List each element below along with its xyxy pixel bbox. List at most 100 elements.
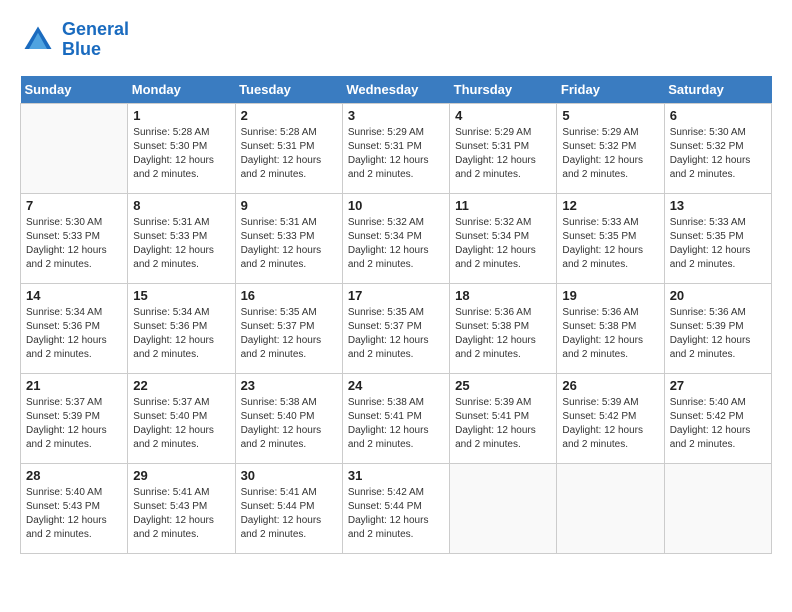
calendar-cell: 4Sunrise: 5:29 AM Sunset: 5:31 PM Daylig…: [450, 103, 557, 193]
weekday-header: Sunday: [21, 76, 128, 104]
day-info: Sunrise: 5:28 AM Sunset: 5:31 PM Dayligh…: [241, 126, 337, 182]
day-info: Sunrise: 5:31 AM Sunset: 5:33 PM Dayligh…: [133, 216, 229, 272]
page-header: General Blue: [20, 20, 772, 60]
calendar-cell: 7Sunrise: 5:30 AM Sunset: 5:33 PM Daylig…: [21, 193, 128, 283]
day-info: Sunrise: 5:41 AM Sunset: 5:43 PM Dayligh…: [133, 486, 229, 542]
day-number: 18: [455, 288, 551, 303]
day-info: Sunrise: 5:29 AM Sunset: 5:31 PM Dayligh…: [348, 126, 444, 182]
day-number: 20: [670, 288, 766, 303]
calendar-cell: 30 Sunrise: 5:41 AM Sunset: 5:44 PM Dayli…: [235, 463, 342, 553]
weekday-header: Monday: [128, 76, 235, 104]
day-info: Sunrise: 5:37 AM Sunset: 5:40 PM Dayligh…: [133, 396, 229, 452]
day-info: Sunrise: 5:41 AM Sunset: 5:44 PM Dayligh…: [241, 486, 337, 542]
day-number: 13: [670, 198, 766, 213]
calendar-cell: 29 Sunrise: 5:41 AM Sunset: 5:43 PM Dayli…: [128, 463, 235, 553]
day-number: 31: [348, 468, 444, 483]
day-number: 25: [455, 378, 551, 393]
day-info: Sunrise: 5:33 AM Sunset: 5:35 PM Dayligh…: [562, 216, 658, 272]
calendar-cell: 12Sunrise: 5:33 AM Sunset: 5:35 PM Dayli…: [557, 193, 664, 283]
day-info: Sunrise: 5:38 AM Sunset: 5:41 PM Dayligh…: [348, 396, 444, 452]
calendar-header-row: SundayMondayTuesdayWednesdayThursdayFrid…: [21, 76, 772, 104]
day-info: Sunrise: 5:39 AM Sunset: 5:41 PM Dayligh…: [455, 396, 551, 452]
day-info: Sunrise: 5:39 AM Sunset: 5:42 PM Dayligh…: [562, 396, 658, 452]
calendar-cell: 6Sunrise: 5:30 AM Sunset: 5:32 PM Daylig…: [664, 103, 771, 193]
day-number: 14: [26, 288, 122, 303]
calendar-cell: 16Sunrise: 5:35 AM Sunset: 5:37 PM Dayli…: [235, 283, 342, 373]
calendar-cell: 23 Sunrise: 5:38 AM Sunset: 5:40 PM Dayli…: [235, 373, 342, 463]
weekday-header: Thursday: [450, 76, 557, 104]
day-number: 26: [562, 378, 658, 393]
day-info: Sunrise: 5:34 AM Sunset: 5:36 PM Dayligh…: [26, 306, 122, 362]
day-info: Sunrise: 5:42 AM Sunset: 5:44 PM Dayligh…: [348, 486, 444, 542]
calendar-cell: 10 Sunrise: 5:32 AM Sunset: 5:34 PM Dayli…: [342, 193, 449, 283]
calendar-cell: 28 Sunrise: 5:40 AM Sunset: 5:43 PM Dayli…: [21, 463, 128, 553]
calendar-cell: 9 Sunrise: 5:31 AM Sunset: 5:33 PM Daylig…: [235, 193, 342, 283]
day-number: 9: [241, 198, 337, 213]
day-number: 10: [348, 198, 444, 213]
day-number: 30: [241, 468, 337, 483]
day-number: 27: [670, 378, 766, 393]
calendar-cell: 3 Sunrise: 5:29 AM Sunset: 5:31 PM Daylig…: [342, 103, 449, 193]
day-number: 5: [562, 108, 658, 123]
calendar-week-row: 1Sunrise: 5:28 AM Sunset: 5:30 PM Daylig…: [21, 103, 772, 193]
calendar-cell: 14 Sunrise: 5:34 AM Sunset: 5:36 PM Dayli…: [21, 283, 128, 373]
day-info: Sunrise: 5:40 AM Sunset: 5:43 PM Dayligh…: [26, 486, 122, 542]
calendar-cell: 26 Sunrise: 5:39 AM Sunset: 5:42 PM Dayli…: [557, 373, 664, 463]
calendar-cell: 22 Sunrise: 5:37 AM Sunset: 5:40 PM Dayli…: [128, 373, 235, 463]
calendar-cell: 20Sunrise: 5:36 AM Sunset: 5:39 PM Dayli…: [664, 283, 771, 373]
day-info: Sunrise: 5:32 AM Sunset: 5:34 PM Dayligh…: [348, 216, 444, 272]
calendar-cell: 1Sunrise: 5:28 AM Sunset: 5:30 PM Daylig…: [128, 103, 235, 193]
weekday-header: Tuesday: [235, 76, 342, 104]
calendar-cell: 21 Sunrise: 5:37 AM Sunset: 5:39 PM Dayli…: [21, 373, 128, 463]
calendar-table: SundayMondayTuesdayWednesdayThursdayFrid…: [20, 76, 772, 554]
weekday-header: Wednesday: [342, 76, 449, 104]
day-info: Sunrise: 5:35 AM Sunset: 5:37 PM Dayligh…: [348, 306, 444, 362]
day-info: Sunrise: 5:35 AM Sunset: 5:37 PM Dayligh…: [241, 306, 337, 362]
calendar-cell: 18 Sunrise: 5:36 AM Sunset: 5:38 PM Dayli…: [450, 283, 557, 373]
day-info: Sunrise: 5:31 AM Sunset: 5:33 PM Dayligh…: [241, 216, 337, 272]
day-info: Sunrise: 5:30 AM Sunset: 5:32 PM Dayligh…: [670, 126, 766, 182]
day-number: 22: [133, 378, 229, 393]
day-info: Sunrise: 5:36 AM Sunset: 5:38 PM Dayligh…: [455, 306, 551, 362]
day-number: 19: [562, 288, 658, 303]
calendar-cell: [664, 463, 771, 553]
calendar-cell: 8 Sunrise: 5:31 AM Sunset: 5:33 PM Daylig…: [128, 193, 235, 283]
day-number: 17: [348, 288, 444, 303]
calendar-cell: [557, 463, 664, 553]
day-number: 28: [26, 468, 122, 483]
calendar-cell: 25 Sunrise: 5:39 AM Sunset: 5:41 PM Dayli…: [450, 373, 557, 463]
calendar-cell: 11 Sunrise: 5:32 AM Sunset: 5:34 PM Dayli…: [450, 193, 557, 283]
calendar-cell: 5 Sunrise: 5:29 AM Sunset: 5:32 PM Daylig…: [557, 103, 664, 193]
day-number: 23: [241, 378, 337, 393]
calendar-cell: 24 Sunrise: 5:38 AM Sunset: 5:41 PM Dayli…: [342, 373, 449, 463]
day-info: Sunrise: 5:29 AM Sunset: 5:32 PM Dayligh…: [562, 126, 658, 182]
day-info: Sunrise: 5:37 AM Sunset: 5:39 PM Dayligh…: [26, 396, 122, 452]
day-info: Sunrise: 5:32 AM Sunset: 5:34 PM Dayligh…: [455, 216, 551, 272]
calendar-week-row: 21 Sunrise: 5:37 AM Sunset: 5:39 PM Dayli…: [21, 373, 772, 463]
day-number: 1: [133, 108, 229, 123]
day-info: Sunrise: 5:29 AM Sunset: 5:31 PM Dayligh…: [455, 126, 551, 182]
calendar-cell: [21, 103, 128, 193]
day-info: Sunrise: 5:33 AM Sunset: 5:35 PM Dayligh…: [670, 216, 766, 272]
day-info: Sunrise: 5:36 AM Sunset: 5:38 PM Dayligh…: [562, 306, 658, 362]
calendar-week-row: 14 Sunrise: 5:34 AM Sunset: 5:36 PM Dayli…: [21, 283, 772, 373]
calendar-cell: 31 Sunrise: 5:42 AM Sunset: 5:44 PM Dayli…: [342, 463, 449, 553]
day-info: Sunrise: 5:38 AM Sunset: 5:40 PM Dayligh…: [241, 396, 337, 452]
calendar-cell: 19 Sunrise: 5:36 AM Sunset: 5:38 PM Dayli…: [557, 283, 664, 373]
day-number: 24: [348, 378, 444, 393]
day-info: Sunrise: 5:40 AM Sunset: 5:42 PM Dayligh…: [670, 396, 766, 452]
day-number: 8: [133, 198, 229, 213]
day-number: 3: [348, 108, 444, 123]
calendar-cell: 13 Sunrise: 5:33 AM Sunset: 5:35 PM Dayli…: [664, 193, 771, 283]
day-number: 11: [455, 198, 551, 213]
logo-text: General Blue: [62, 20, 129, 60]
day-info: Sunrise: 5:34 AM Sunset: 5:36 PM Dayligh…: [133, 306, 229, 362]
calendar-cell: 2 Sunrise: 5:28 AM Sunset: 5:31 PM Daylig…: [235, 103, 342, 193]
day-number: 2: [241, 108, 337, 123]
calendar-week-row: 7Sunrise: 5:30 AM Sunset: 5:33 PM Daylig…: [21, 193, 772, 283]
weekday-header: Friday: [557, 76, 664, 104]
day-number: 21: [26, 378, 122, 393]
weekday-header: Saturday: [664, 76, 771, 104]
day-number: 29: [133, 468, 229, 483]
day-number: 7: [26, 198, 122, 213]
